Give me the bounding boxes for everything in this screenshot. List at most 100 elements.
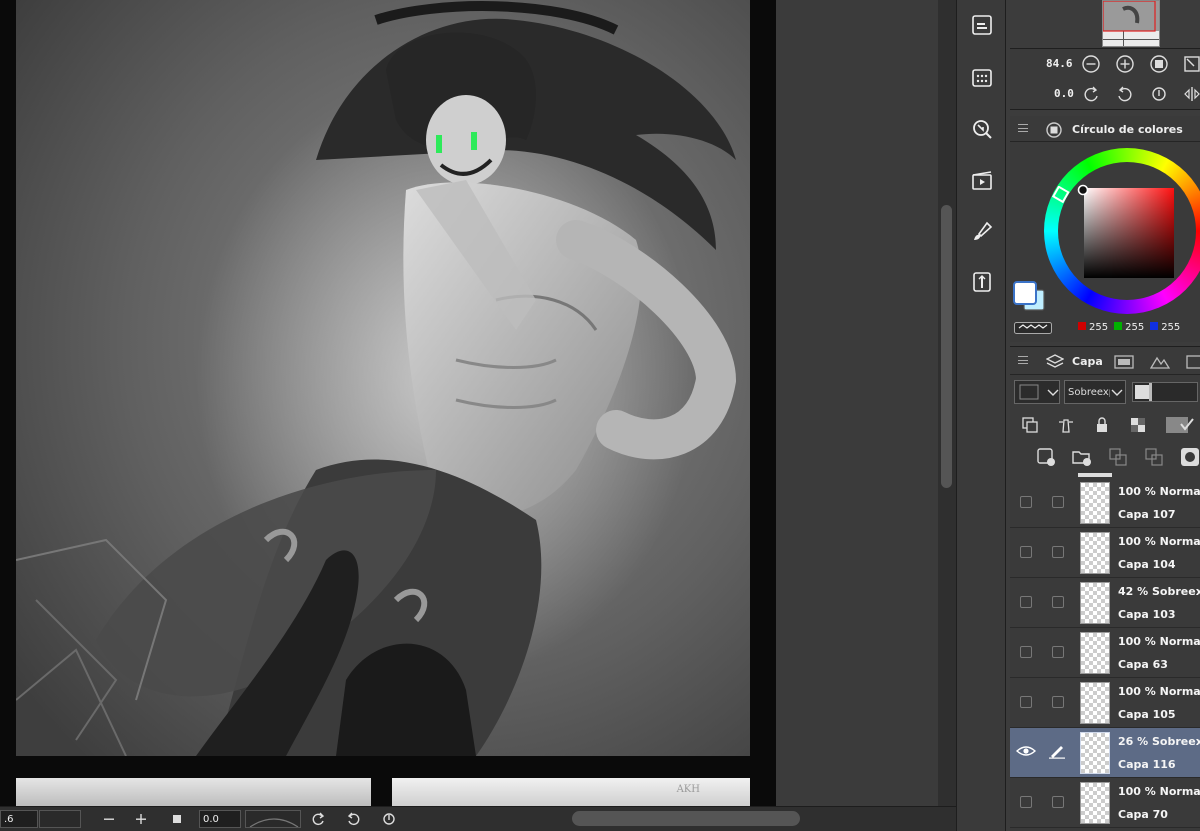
hue-ring[interactable]	[1044, 148, 1200, 314]
rotate-right-button[interactable]	[341, 809, 365, 829]
mountain-material-icon[interactable]	[1150, 354, 1170, 370]
navigator-flip-button[interactable]	[1182, 84, 1200, 104]
layer-row[interactable]: 100 % Normal Capa 63	[1010, 628, 1200, 678]
lock-transparency-button[interactable]	[1128, 415, 1148, 435]
layer-opacity-slider[interactable]	[1132, 382, 1198, 402]
blue-value[interactable]: 255	[1161, 322, 1180, 333]
layer-name[interactable]: Capa 116	[1118, 758, 1176, 771]
transparent-color-toggle[interactable]	[1014, 322, 1052, 334]
layer-row[interactable]: 42 % Sobreexpone Capa 103	[1010, 578, 1200, 628]
layer-lock-toggle[interactable]	[1052, 496, 1064, 508]
navigator-rotate-right-button[interactable]	[1115, 84, 1135, 104]
merge-layer-button[interactable]	[1144, 447, 1164, 467]
navigator-rotate-left-button[interactable]	[1081, 84, 1101, 104]
material-brush-button[interactable]	[969, 218, 995, 244]
animation-timeline-button[interactable]	[969, 167, 995, 193]
layer-row[interactable]: 100 % Normal Capa 105	[1010, 678, 1200, 728]
reference-layer-button[interactable]	[1056, 415, 1076, 435]
visibility-toggle[interactable]	[1020, 646, 1032, 658]
blend-mode-dropdown[interactable]: Sobreexp	[1064, 380, 1126, 404]
layer-mode-text: 26 % Sobreexpone	[1118, 735, 1200, 748]
zoom-out-button[interactable]	[97, 809, 121, 829]
eye-icon[interactable]	[1016, 744, 1036, 758]
layer-panel-tabs: Capa	[1010, 347, 1200, 375]
layer-lock-toggle[interactable]	[1052, 796, 1064, 808]
layer-property-button[interactable]	[969, 12, 995, 38]
navigator-fit-button[interactable]	[1149, 54, 1169, 74]
main-sub-color-swatches[interactable]	[1012, 280, 1046, 320]
reset-rotation-button[interactable]	[377, 809, 401, 829]
lock-layer-button[interactable]	[1092, 415, 1112, 435]
sub-tool-detail-button[interactable]	[969, 269, 995, 295]
layer-grid-button[interactable]	[969, 64, 995, 90]
layer-lock-toggle[interactable]	[1052, 546, 1064, 558]
color-circle-tab-icon[interactable]	[1046, 122, 1062, 138]
layer-name[interactable]: Capa 107	[1118, 508, 1176, 521]
navigator-rotation-value[interactable]: 0.0	[1054, 87, 1074, 100]
navigator-preview[interactable]	[1102, 0, 1160, 47]
layer-lock-toggle[interactable]	[1052, 696, 1064, 708]
tab-layer[interactable]: Capa	[1072, 355, 1103, 368]
layer-lock-toggle[interactable]	[1052, 646, 1064, 658]
navigator-search-button[interactable]	[969, 116, 995, 142]
timeline-film-icon[interactable]	[1114, 354, 1134, 370]
layer-name[interactable]: Capa 105	[1118, 708, 1176, 721]
navigator-expand-button[interactable]	[1182, 54, 1200, 74]
fit-screen-button[interactable]	[165, 809, 189, 829]
layer-list[interactable]: 100 % Normal Capa 107 100 % Normal Capa …	[1010, 473, 1200, 831]
layer-row[interactable]: 100 % Normal Capa 104	[1010, 528, 1200, 578]
layers-icon[interactable]	[1046, 353, 1064, 371]
visibility-toggle[interactable]	[1020, 596, 1032, 608]
rotation-slider[interactable]	[245, 810, 301, 828]
rotate-left-icon	[1084, 86, 1098, 102]
watermark-signature: AKH	[676, 784, 700, 795]
navigator-zoom-value[interactable]: 84.6	[1046, 57, 1073, 70]
canvas-horizontal-scroll-thumb[interactable]	[572, 811, 800, 826]
navigator-controls: 84.6 0.0	[1010, 48, 1200, 110]
red-value[interactable]: 255	[1089, 322, 1108, 333]
transfer-layer-button[interactable]	[1108, 447, 1128, 467]
canvas-vertical-scroll-thumb[interactable]	[941, 205, 952, 488]
clip-below-button[interactable]	[1020, 415, 1040, 435]
canvas-area[interactable]: AKH	[0, 0, 938, 806]
layer-mask-button[interactable]	[1180, 447, 1200, 467]
navigator-zoom-out-button[interactable]	[1081, 54, 1101, 74]
search-navigator-icon	[973, 120, 992, 139]
opacity-slider-handle[interactable]	[1149, 383, 1152, 401]
zoom-in-button[interactable]	[129, 809, 153, 829]
layer-lock-toggle[interactable]	[1052, 596, 1064, 608]
layer-row[interactable]: 100 % Normal Capa 70	[1010, 778, 1200, 828]
artwork-canvas[interactable]	[16, 0, 750, 756]
layer-name[interactable]: Capa 104	[1118, 558, 1176, 571]
color-picker-marker[interactable]	[1077, 184, 1089, 196]
saturation-value-square[interactable]	[1084, 188, 1174, 278]
visibility-toggle[interactable]	[1020, 796, 1032, 808]
rotate-left-button[interactable]	[307, 809, 331, 829]
layer-mask-toggle[interactable]	[1164, 415, 1196, 435]
new-raster-layer-button[interactable]	[1036, 447, 1056, 467]
green-value[interactable]: 255	[1125, 322, 1144, 333]
visibility-toggle[interactable]	[1020, 696, 1032, 708]
layer-name[interactable]: Capa 103	[1118, 608, 1176, 621]
layer-color-dropdown[interactable]	[1014, 380, 1060, 404]
zoom-input[interactable]: .6	[0, 810, 38, 828]
layer-row-selected[interactable]: 26 % Sobreexpone Capa 116	[1010, 728, 1200, 778]
pencil-icon[interactable]	[1048, 743, 1066, 759]
rotation-input[interactable]: 0.0	[199, 810, 241, 828]
hue-marker[interactable]	[1052, 186, 1070, 204]
visibility-toggle[interactable]	[1020, 546, 1032, 558]
canvas-vertical-scrollbar[interactable]	[938, 0, 956, 806]
color-wheel-panel: Círculo de colores 255 255 255	[1010, 116, 1200, 342]
layer-name[interactable]: Capa 70	[1118, 808, 1168, 821]
panel-extra-tab-icon[interactable]	[1186, 354, 1200, 370]
navigator-reset-rotation-button[interactable]	[1149, 84, 1169, 104]
layer-row[interactable]: 100 % Normal Capa 107	[1010, 478, 1200, 528]
new-folder-button[interactable]	[1072, 447, 1092, 467]
visibility-toggle[interactable]	[1020, 496, 1032, 508]
panel-menu-icon[interactable]	[1018, 124, 1028, 132]
layer-name[interactable]: Capa 63	[1118, 658, 1168, 671]
zoom-slider[interactable]	[39, 810, 81, 828]
navigator-zoom-in-button[interactable]	[1115, 54, 1135, 74]
panel-menu-icon[interactable]	[1018, 356, 1028, 364]
clip-layer-icon	[1022, 417, 1038, 433]
